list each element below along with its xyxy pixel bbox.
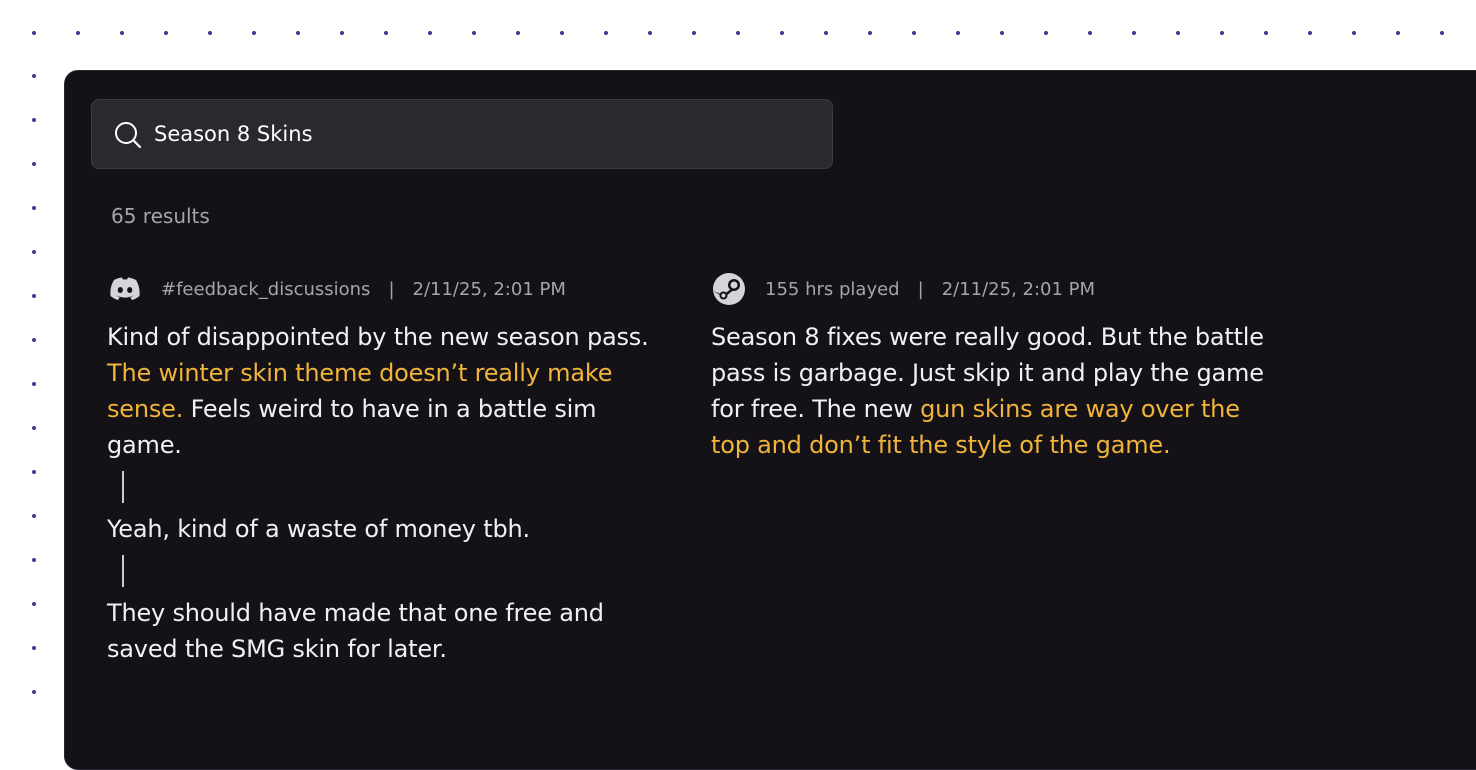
grid-dot: [824, 31, 828, 35]
grid-dot: [340, 31, 344, 35]
grid-dot: [32, 338, 36, 342]
grid-dot: [1396, 31, 1400, 35]
search-input[interactable]: [154, 116, 814, 152]
grid-dot: [560, 31, 564, 35]
search-bar[interactable]: [91, 99, 833, 169]
grid-dot: [296, 31, 300, 35]
grid-dot: [912, 31, 916, 35]
grid-dot: [32, 602, 36, 606]
grid-dot: [32, 118, 36, 122]
results-count: 65 results: [111, 204, 210, 228]
grid-dot: [32, 558, 36, 562]
grid-dot: [516, 31, 520, 35]
message-2: Yeah, kind of a waste of money tbh.: [107, 515, 530, 543]
grid-dot: [208, 31, 212, 35]
grid-dot: [32, 426, 36, 430]
grid-dot: [472, 31, 476, 35]
discord-icon: [110, 277, 140, 300]
grid-dot: [32, 74, 36, 78]
result-card-discord[interactable]: #feedback_discussions | 2/11/25, 2:01 PM…: [107, 271, 667, 667]
card-meta: #feedback_discussions | 2/11/25, 2:01 PM: [107, 271, 667, 307]
timestamp: 2/11/25, 2:01 PM: [412, 278, 566, 300]
dot-grid-left: [0, 0, 64, 734]
grid-dot: [32, 690, 36, 694]
card-meta: 155 hrs played | 2/11/25, 2:01 PM: [711, 271, 1271, 307]
search-panel: 65 results #feedback_discussions | 2/11/…: [64, 70, 1476, 770]
search-icon: [115, 122, 142, 149]
meta-separator: |: [917, 278, 924, 300]
thread-connector: [122, 555, 124, 587]
grid-dot: [32, 514, 36, 518]
grid-dot: [252, 31, 256, 35]
grid-dot: [1264, 31, 1268, 35]
steam-icon: [713, 273, 745, 305]
grid-dot: [32, 470, 36, 474]
grid-dot: [736, 31, 740, 35]
grid-dot: [1176, 31, 1180, 35]
grid-dot: [32, 250, 36, 254]
result-card-steam[interactable]: 155 hrs played | 2/11/25, 2:01 PM Season…: [711, 271, 1271, 463]
grid-dot: [1440, 31, 1444, 35]
grid-dot: [780, 31, 784, 35]
grid-dot: [868, 31, 872, 35]
grid-dot: [428, 31, 432, 35]
grid-dot: [1132, 31, 1136, 35]
thread-connector: [122, 471, 124, 503]
grid-dot: [1044, 31, 1048, 35]
grid-dot: [120, 31, 124, 35]
grid-dot: [1352, 31, 1356, 35]
grid-dot: [1308, 31, 1312, 35]
grid-dot: [1220, 31, 1224, 35]
grid-dot: [1000, 31, 1004, 35]
meta-separator: |: [388, 278, 395, 300]
grid-dot: [1088, 31, 1092, 35]
grid-dot: [956, 31, 960, 35]
channel-name[interactable]: #feedback_discussions: [161, 279, 370, 300]
grid-dot: [164, 31, 168, 35]
grid-dot: [32, 382, 36, 386]
grid-dot: [32, 206, 36, 210]
grid-dot: [604, 31, 608, 35]
message-text: Kind of disappointed by the new season p…: [107, 323, 649, 351]
review-text: Season 8 fixes were really good. But the…: [711, 319, 1271, 463]
grid-dot: [384, 31, 388, 35]
grid-dot: [692, 31, 696, 35]
grid-dot: [648, 31, 652, 35]
grid-dot: [32, 646, 36, 650]
grid-dot: [76, 31, 80, 35]
grid-dot: [32, 162, 36, 166]
dot-grid-top: [0, 0, 1476, 70]
timestamp: 2/11/25, 2:01 PM: [941, 278, 1096, 300]
message-1: Kind of disappointed by the new season p…: [107, 319, 667, 463]
hours-played: 155 hrs played: [765, 278, 900, 300]
grid-dot: [32, 294, 36, 298]
message-3: They should have made that one free and …: [107, 599, 604, 663]
